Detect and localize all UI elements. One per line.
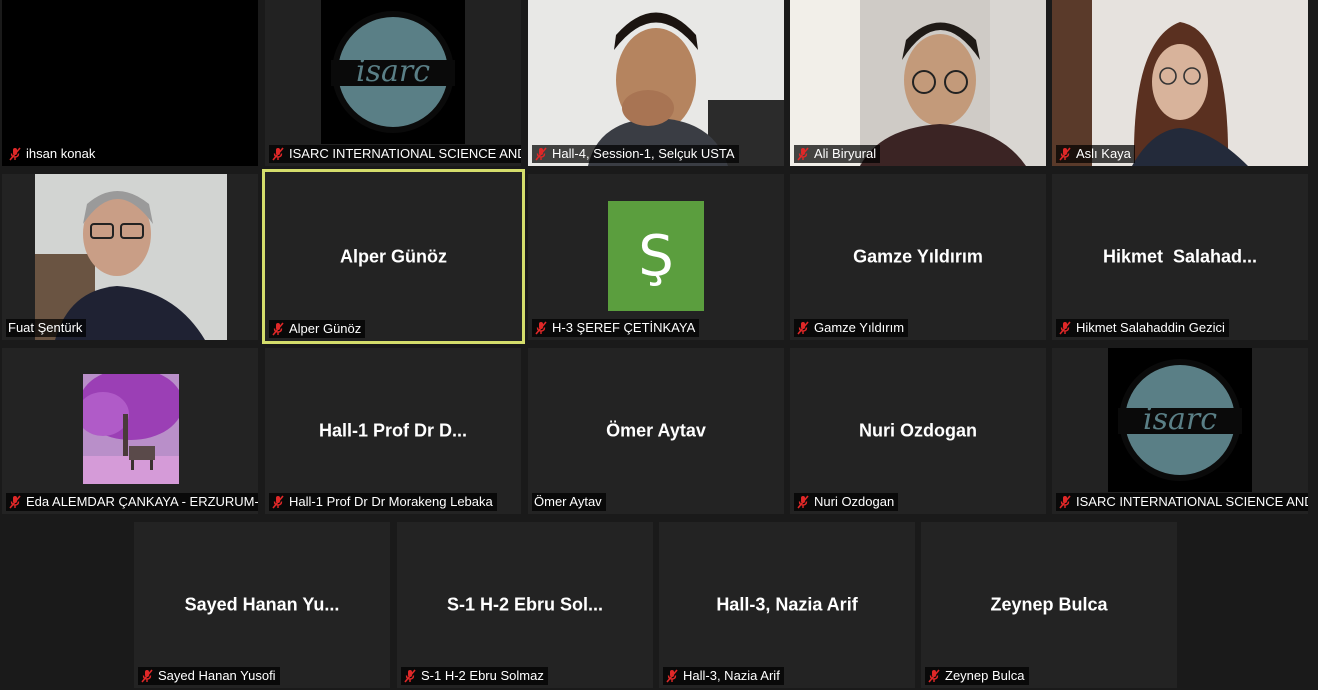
- mic-muted-icon: [1058, 495, 1072, 509]
- participant-name-label: Hikmet Salahaddin Gezici: [1056, 319, 1229, 337]
- svg-text:isarc: isarc: [1143, 402, 1217, 437]
- mic-muted-icon: [271, 495, 285, 509]
- participant-tile-nuri-ozdogan[interactable]: Nuri Ozdogan Nuri Ozdogan: [790, 348, 1046, 514]
- video-feed: [1052, 0, 1308, 166]
- participant-tile-selcuk-usta[interactable]: Hall-4, Session-1, Selçuk USTA: [528, 0, 784, 166]
- participant-tile-fuat-senturk[interactable]: Fuat Şentürk: [2, 174, 258, 340]
- participant-tile-ebru-solmaz[interactable]: S-1 H-2 Ebru Sol... S-1 H-2 Ebru Solmaz: [397, 522, 653, 688]
- participant-tile-sayed-hanan-yusofi[interactable]: Sayed Hanan Yu... Sayed Hanan Yusofi: [134, 522, 390, 688]
- participant-tile-zeynep-bulca[interactable]: Zeynep Bulca Zeynep Bulca: [921, 522, 1177, 688]
- initial-avatar: Ş: [608, 201, 704, 311]
- participant-name-label: Eda ALEMDAR ÇANKAYA - ERZURUM-...: [6, 493, 258, 511]
- mic-muted-icon: [271, 322, 285, 336]
- participant-name-label: H-3 ŞEREF ÇETİNKAYA: [532, 319, 700, 337]
- mic-muted-icon: [534, 321, 548, 335]
- participant-display-name: Hall-1 Prof Dr D...: [318, 420, 468, 441]
- participant-name-label: Zeynep Bulca: [925, 667, 1029, 685]
- mic-muted-icon: [665, 669, 679, 683]
- svg-text:isarc: isarc: [356, 54, 430, 89]
- mic-muted-icon: [796, 495, 810, 509]
- participant-name-label: Hall-4, Session-1, Selçuk USTA: [532, 145, 739, 163]
- mic-muted-icon: [796, 147, 810, 161]
- participant-name-label: Sayed Hanan Yusofi: [138, 667, 280, 685]
- participant-tile-hikmet-gezici[interactable]: Hikmet Salahad... Hikmet Salahaddin Gezi…: [1052, 174, 1308, 340]
- participant-name-label: ISARC INTERNATIONAL SCIENCE AND...: [1056, 493, 1308, 511]
- participant-display-name: Hikmet Salahad...: [1102, 246, 1258, 267]
- participant-display-name: Zeynep Bulca: [990, 594, 1108, 615]
- mic-muted-icon: [140, 669, 154, 683]
- participant-tile-gamze-yildirim[interactable]: Gamze Yıldırım Gamze Yıldırım: [790, 174, 1046, 340]
- participant-display-name: Hall-3, Nazia Arif: [716, 594, 858, 615]
- participant-tile-seref-cetinkaya[interactable]: Ş H-3 ŞEREF ÇETİNKAYA: [528, 174, 784, 340]
- participant-display-name: Gamze Yıldırım: [853, 246, 983, 267]
- participant-tile-ihsan-konak[interactable]: ihsan konak: [2, 0, 258, 166]
- video-feed: [528, 0, 784, 166]
- participant-name-label: S-1 H-2 Ebru Solmaz: [401, 667, 548, 685]
- mic-muted-icon: [271, 147, 285, 161]
- participant-display-name: S-1 H-2 Ebru Sol...: [446, 594, 604, 615]
- participant-display-name: Ömer Aytav: [606, 420, 706, 441]
- participant-tile-alper-gunoz[interactable]: Alper Günöz Alper Günöz: [262, 169, 525, 344]
- participant-display-name: Sayed Hanan Yu...: [184, 594, 340, 615]
- participant-tile-isarc-2[interactable]: isarc ISARC INTERNATIONAL SCIENCE AND...: [1052, 348, 1308, 514]
- mic-muted-icon: [927, 669, 941, 683]
- participant-tile-omer-aytav[interactable]: Ömer Aytav Ömer Aytav: [528, 348, 784, 514]
- participant-name-label: Fuat Şentürk: [6, 319, 87, 337]
- participant-tile-isarc-1[interactable]: isarc ISARC INTERNATIONAL SCIENCE AND...: [265, 0, 521, 166]
- participant-display-name: Nuri Ozdogan: [859, 420, 977, 441]
- participant-name-label: ihsan konak: [6, 145, 100, 163]
- participant-name-label: Nuri Ozdogan: [794, 493, 899, 511]
- isarc-logo: isarc: [321, 0, 465, 144]
- mic-muted-icon: [8, 147, 22, 161]
- participant-tile-ali-biryural[interactable]: Ali Biryural: [790, 0, 1046, 166]
- participant-name-label: Gamze Yıldırım: [794, 319, 909, 337]
- participant-name-label: Ömer Aytav: [532, 493, 606, 511]
- participant-tile-morakeng-lebaka[interactable]: Hall-1 Prof Dr D... Hall-1 Prof Dr Dr Mo…: [265, 348, 521, 514]
- participant-name-label: Hall-3, Nazia Arif: [663, 667, 784, 685]
- mic-muted-icon: [796, 321, 810, 335]
- participant-name-label: ISARC INTERNATIONAL SCIENCE AND...: [269, 145, 521, 163]
- participant-name-label: Alper Günöz: [269, 320, 366, 338]
- participant-display-name: Alper Günöz: [340, 246, 447, 266]
- participant-tile-nazia-arif[interactable]: Hall-3, Nazia Arif Hall-3, Nazia Arif: [659, 522, 915, 688]
- participant-name-label: Aslı Kaya: [1056, 145, 1135, 163]
- participant-tile-eda-alemdar[interactable]: Eda ALEMDAR ÇANKAYA - ERZURUM-...: [2, 348, 258, 514]
- mic-muted-icon: [1058, 147, 1072, 161]
- mic-muted-icon: [534, 147, 548, 161]
- participant-name-label: Hall-1 Prof Dr Dr Morakeng Lebaka: [269, 493, 497, 511]
- participant-tile-asli-kaya[interactable]: Aslı Kaya: [1052, 0, 1308, 166]
- mic-muted-icon: [8, 495, 22, 509]
- mic-muted-icon: [403, 669, 417, 683]
- video-feed: [790, 0, 1046, 166]
- profile-picture: [83, 374, 179, 484]
- isarc-logo: isarc: [1108, 348, 1252, 492]
- mic-muted-icon: [1058, 321, 1072, 335]
- video-feed: [35, 174, 227, 340]
- participant-name-label: Ali Biryural: [794, 145, 881, 163]
